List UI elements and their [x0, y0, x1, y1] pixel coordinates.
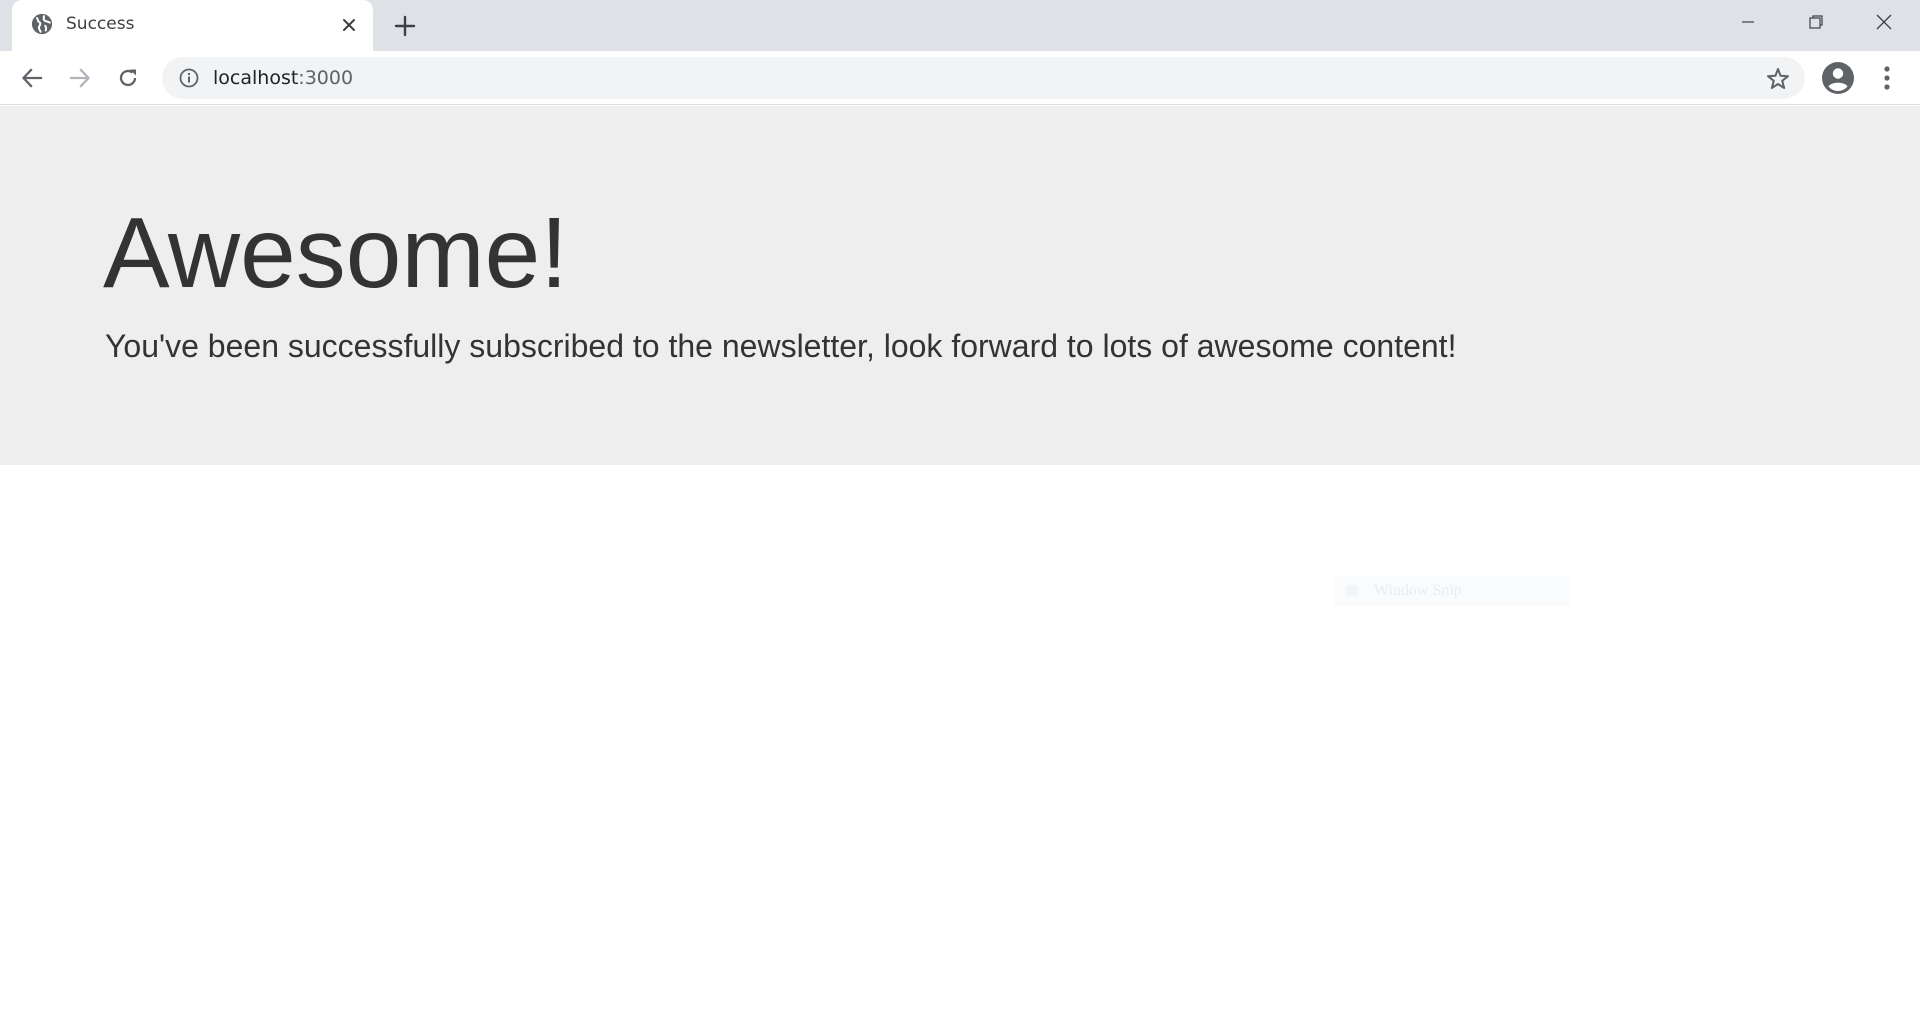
- url-host: localhost: [213, 67, 299, 89]
- page-viewport: Awesome! You've been successfully subscr…: [0, 106, 1920, 1020]
- plus-icon: [394, 15, 416, 37]
- tab-close-button[interactable]: [337, 13, 361, 37]
- window-close-button[interactable]: [1850, 0, 1918, 44]
- minimize-button[interactable]: [1714, 0, 1782, 44]
- arrow-left-icon: [21, 68, 43, 88]
- tooltip-text: Window Snip: [1374, 582, 1462, 599]
- tab-success[interactable]: Success: [12, 0, 373, 51]
- back-button[interactable]: [15, 61, 49, 95]
- lead-text: You've been successfully subscribed to t…: [105, 328, 1457, 364]
- close-icon: [1876, 14, 1892, 30]
- page-heading: Awesome!: [103, 197, 569, 309]
- tab-strip: Success: [0, 0, 1920, 51]
- browser-toolbar: localhost:3000: [0, 51, 1920, 105]
- restore-icon: [1809, 15, 1823, 29]
- url-port: :3000: [298, 67, 354, 89]
- account-circle-icon[interactable]: [1820, 60, 1856, 96]
- star-icon[interactable]: [1765, 66, 1791, 92]
- reload-icon: [119, 69, 137, 87]
- window-snip-tooltip: Window Snip: [1334, 576, 1570, 606]
- close-icon: [343, 19, 355, 31]
- new-tab-button[interactable]: [390, 11, 420, 41]
- browser-menu-button[interactable]: [1872, 62, 1902, 94]
- url-text[interactable]: localhost:3000: [213, 67, 353, 89]
- more-vert-icon: [1884, 66, 1890, 90]
- reload-button[interactable]: [111, 61, 145, 95]
- address-bar[interactable]: localhost:3000: [162, 57, 1805, 99]
- globe-icon: [31, 13, 53, 35]
- minimize-icon: [1742, 21, 1754, 23]
- forward-button[interactable]: [63, 61, 97, 95]
- info-icon[interactable]: [178, 67, 200, 89]
- tab-title: Success: [66, 14, 135, 34]
- arrow-right-icon: [69, 68, 91, 88]
- snip-icon: [1346, 585, 1358, 597]
- jumbotron: Awesome! You've been successfully subscr…: [0, 106, 1920, 465]
- restore-button[interactable]: [1782, 0, 1850, 44]
